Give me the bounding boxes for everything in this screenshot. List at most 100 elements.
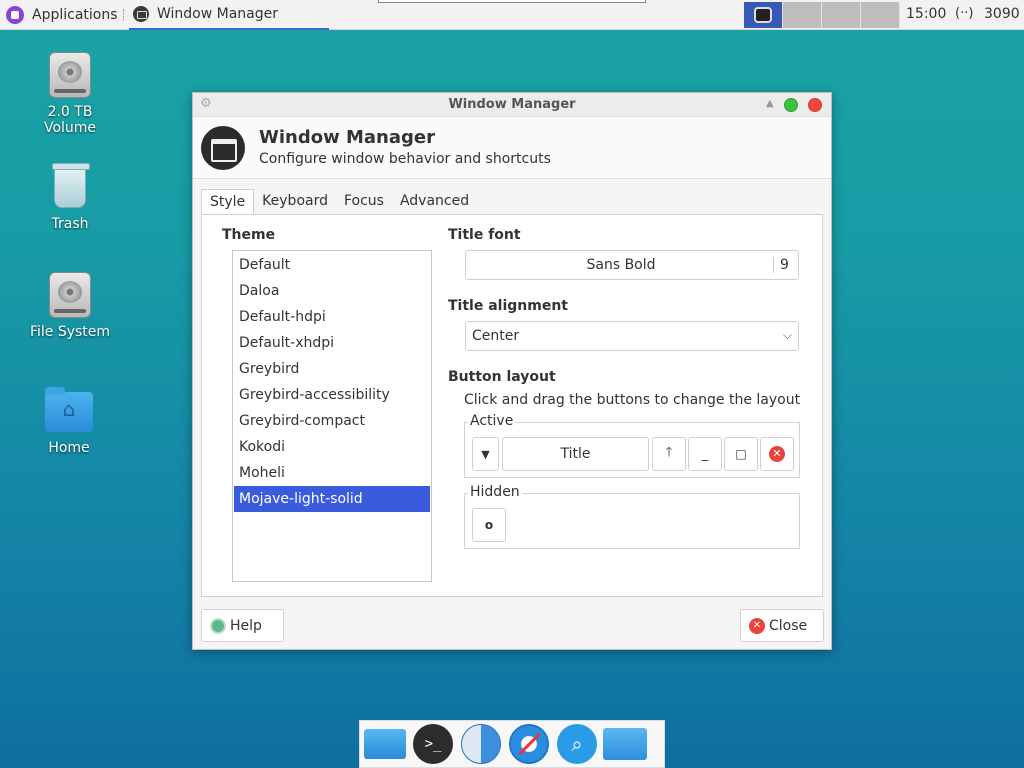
dock-terminal[interactable]: >_ xyxy=(410,722,456,766)
maximize-icon: □ xyxy=(735,447,747,461)
window-title: Window Manager xyxy=(448,97,576,112)
workspace-3[interactable] xyxy=(822,2,861,28)
taskbar-window-label: Window Manager xyxy=(157,6,279,22)
tab-focus[interactable]: Focus xyxy=(336,189,392,215)
network-status[interactable]: 3090 xyxy=(984,6,1020,22)
header-subtitle: Configure window behavior and shortcuts xyxy=(259,151,551,167)
close-icon: ✕ xyxy=(769,446,785,462)
shade-button-slot[interactable]: 🡑 xyxy=(652,437,686,471)
finder-icon xyxy=(461,724,501,764)
dock-finder[interactable] xyxy=(458,722,504,766)
desktop-icon-label: 2.0 TB xyxy=(47,104,93,120)
title-alignment-select[interactable]: Center ⌵ xyxy=(465,321,799,351)
search-icon: ⌕ xyxy=(557,724,597,764)
hidden-buttons-frame: Hidden o xyxy=(464,484,800,549)
theme-item[interactable]: Default xyxy=(233,252,431,278)
desktop-icon-file-system[interactable]: File System xyxy=(25,272,115,340)
window-manager-icon xyxy=(201,126,245,170)
help-icon xyxy=(210,617,226,634)
minimize-button-slot[interactable]: _ xyxy=(688,437,722,471)
desktop-icon-label: File System xyxy=(29,324,111,340)
active-buttons-frame: Active ▼ Title 🡑 _ □ ✕ xyxy=(464,413,800,478)
menu-button-slot[interactable]: ▼ xyxy=(472,437,499,471)
minimize-icon: _ xyxy=(701,446,709,462)
window-manager-dialog: ⚙ Window Manager ▲ Window Manager Config… xyxy=(192,92,832,650)
shade-icon[interactable]: ▲ xyxy=(766,98,774,109)
desktop-icon-volume[interactable]: 2.0 TB Volume xyxy=(25,52,115,136)
theme-label: Theme xyxy=(222,227,276,243)
shade-arrow-icon: 🡑 xyxy=(665,445,673,460)
clock[interactable]: 15:00 xyxy=(906,6,946,22)
active-label: Active xyxy=(468,413,516,429)
applications-menu[interactable]: Applications xyxy=(6,5,118,25)
help-button-label: Help xyxy=(230,617,262,634)
theme-item[interactable]: Moheli xyxy=(233,460,431,486)
stick-icon: o xyxy=(484,518,494,532)
dialog-header: Window Manager Configure window behavior… xyxy=(193,117,831,179)
applications-label: Applications xyxy=(32,7,118,23)
title-font-size: 9 xyxy=(773,257,789,273)
workspace-window-icon xyxy=(754,7,772,23)
maximize-button[interactable] xyxy=(784,98,798,112)
close-button-slot[interactable]: ✕ xyxy=(760,437,794,471)
desktop-icon-label: Trash xyxy=(51,216,89,232)
title-font-name: Sans Bold xyxy=(586,257,656,273)
theme-item[interactable]: Default-hdpi xyxy=(233,304,431,330)
workspace-switcher xyxy=(744,2,900,28)
desktop-icon-label: Home xyxy=(48,440,90,456)
title-font-label: Title font xyxy=(448,227,521,243)
tab-style[interactable]: Style xyxy=(201,189,255,215)
dock: >_ ⌕ xyxy=(359,720,665,768)
maximize-button-slot[interactable]: □ xyxy=(724,437,758,471)
dock-search[interactable]: ⌕ xyxy=(554,722,600,766)
button-layout-label: Button layout xyxy=(448,369,556,385)
drive-icon xyxy=(49,272,91,318)
theme-item[interactable]: Greybird-accessibility xyxy=(233,382,431,408)
dock-folder[interactable] xyxy=(602,722,648,766)
safari-icon xyxy=(509,724,549,764)
dock-safari[interactable] xyxy=(506,722,552,766)
theme-item[interactable]: Greybird-compact xyxy=(233,408,431,434)
window-titlebar[interactable]: ⚙ Window Manager ▲ xyxy=(193,93,831,117)
tab-bar: Style Keyboard Focus Advanced xyxy=(201,189,477,215)
title-slot-label: Title xyxy=(560,446,591,462)
header-title: Window Manager xyxy=(259,127,435,148)
trash-icon xyxy=(52,163,90,208)
menu-arrow-icon: ▼ xyxy=(481,447,490,461)
theme-item[interactable]: Kokodi xyxy=(233,434,431,460)
applications-icon xyxy=(6,6,24,24)
chevron-down-icon: ⌵ xyxy=(782,328,792,342)
workspace-2[interactable] xyxy=(783,2,822,28)
taskbar-window-button[interactable]: Window Manager xyxy=(129,0,329,30)
desktop-icon-label: Volume xyxy=(43,120,97,136)
style-tab-panel: Theme Default Daloa Default-hdpi Default… xyxy=(201,214,823,597)
help-button[interactable]: Help xyxy=(201,609,284,642)
network-icon[interactable]: (··) xyxy=(955,6,973,21)
tab-keyboard[interactable]: Keyboard xyxy=(254,189,336,215)
tab-advanced[interactable]: Advanced xyxy=(392,189,477,215)
stick-button-slot[interactable]: o xyxy=(472,508,506,542)
desktop-icon-trash[interactable]: Trash xyxy=(25,163,115,232)
close-button[interactable]: ✕ Close xyxy=(740,609,824,642)
theme-list[interactable]: Default Daloa Default-hdpi Default-xhdpi… xyxy=(232,250,432,582)
theme-item[interactable]: Daloa xyxy=(233,278,431,304)
workspace-1[interactable] xyxy=(744,2,783,28)
theme-item[interactable]: Default-xhdpi xyxy=(233,330,431,356)
close-window-button[interactable] xyxy=(808,98,822,112)
theme-item[interactable]: Greybird xyxy=(233,356,431,382)
drive-icon xyxy=(49,52,91,98)
desktop-icon-home[interactable]: ⌂ Home xyxy=(24,387,114,456)
dock-files[interactable] xyxy=(362,722,408,766)
panel-strip xyxy=(378,0,646,3)
title-alignment-value: Center xyxy=(472,328,520,344)
title-slot[interactable]: Title xyxy=(502,437,649,471)
theme-item-selected[interactable]: Mojave-light-solid xyxy=(234,486,430,512)
hidden-label: Hidden xyxy=(468,484,522,500)
close-button-label: Close xyxy=(769,617,808,634)
title-font-button[interactable]: Sans Bold 9 xyxy=(465,250,799,280)
folder-icon xyxy=(603,728,647,760)
window-manager-icon xyxy=(133,6,149,22)
workspace-4[interactable] xyxy=(861,2,900,28)
title-alignment-label: Title alignment xyxy=(448,298,568,314)
terminal-icon: >_ xyxy=(413,724,453,764)
